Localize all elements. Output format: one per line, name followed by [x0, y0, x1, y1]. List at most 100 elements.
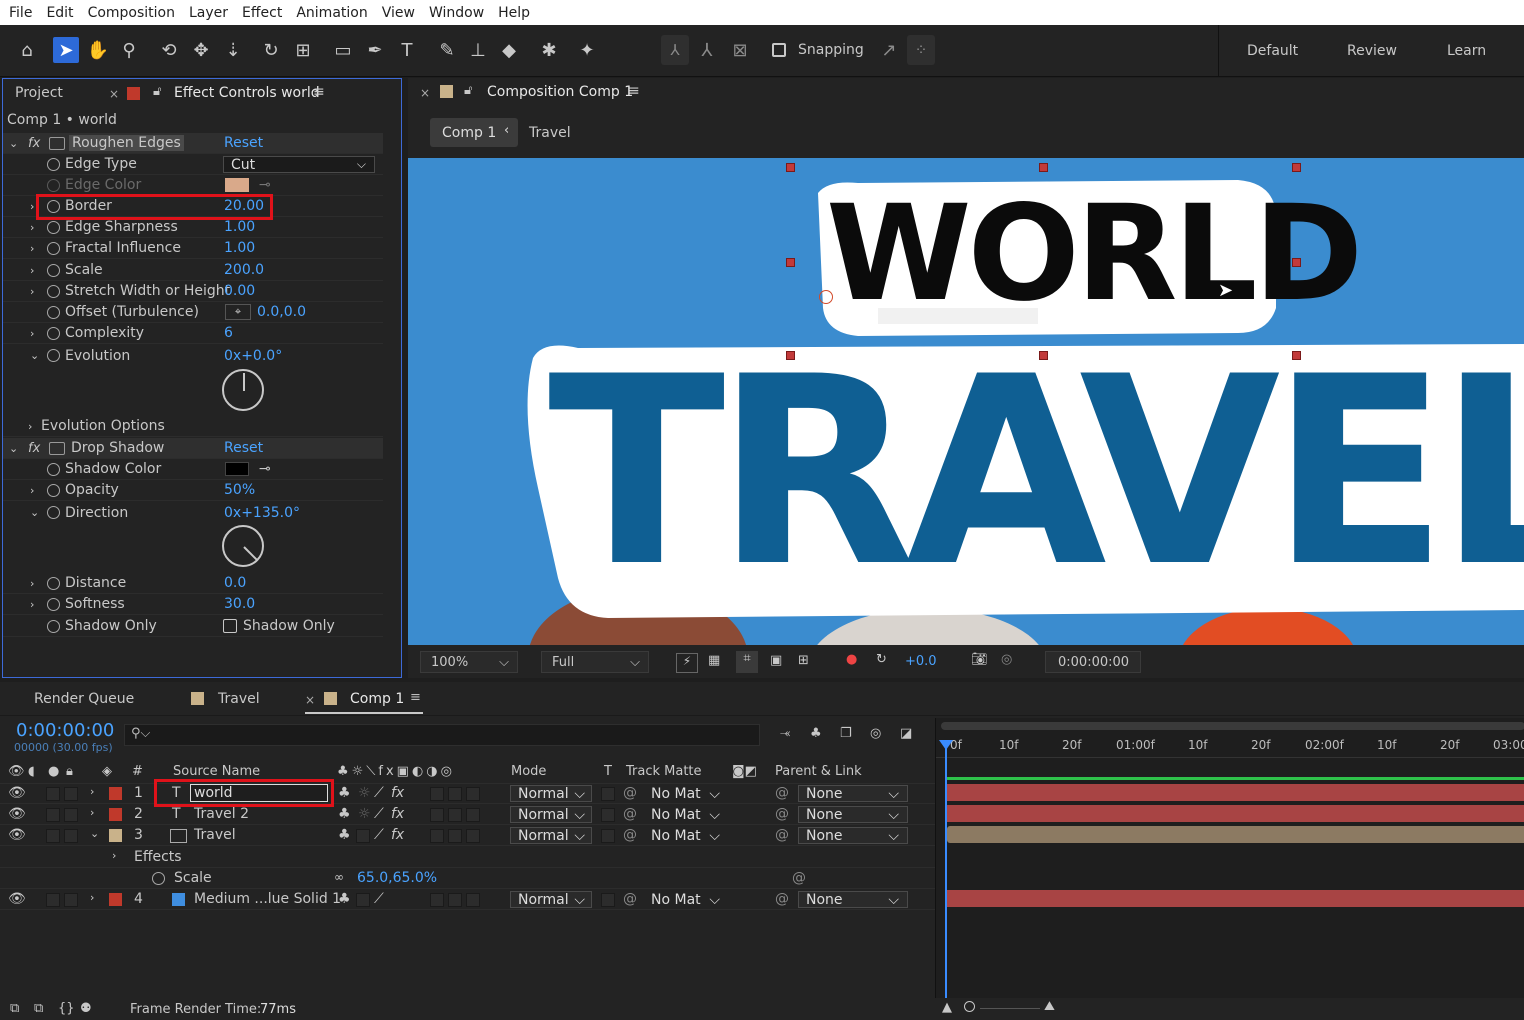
tab-render-queue[interactable]: Render Queue: [34, 691, 134, 707]
transfer-controls-icon[interactable]: ⧉: [34, 1001, 43, 1016]
label-color-swatch[interactable]: [109, 808, 122, 821]
shadow-only-checkbox[interactable]: [223, 619, 237, 633]
3d-layer-toggle[interactable]: [466, 787, 480, 801]
playhead-handle[interactable]: [939, 740, 953, 750]
expand-chevron-icon[interactable]: ›: [30, 221, 34, 234]
track-matte-dropdown[interactable]: No Mat ⌵: [644, 806, 726, 823]
lock-icon[interactable]: 🔓︎: [153, 84, 161, 99]
effect-drop-shadow[interactable]: ⌄ fx Drop Shadow Reset: [3, 438, 383, 459]
mode-dropdown[interactable]: Normal ⌵: [510, 891, 592, 908]
in-out-icon[interactable]: {}: [58, 1001, 75, 1016]
time-navigator[interactable]: [941, 722, 1524, 730]
lock-toggle[interactable]: [64, 829, 78, 843]
expand-chevron-icon[interactable]: ›: [90, 891, 94, 904]
track-matte-dropdown[interactable]: No Mat ⌵: [644, 891, 726, 908]
track-matte-dropdown[interactable]: No Mat ⌵: [644, 785, 726, 802]
quality-toggle[interactable]: [356, 829, 370, 843]
stopwatch-icon[interactable]: [47, 284, 60, 298]
work-area-bar[interactable]: [947, 777, 1524, 780]
color-swatch[interactable]: [225, 462, 249, 476]
home-icon[interactable]: ⌂: [14, 37, 40, 63]
reset-link[interactable]: Reset: [224, 135, 263, 151]
transparency-grid-icon[interactable]: ▦: [708, 653, 720, 668]
close-icon[interactable]: ×: [305, 693, 315, 707]
fast-preview-icon[interactable]: ⚡: [676, 653, 698, 673]
collapse-chevron-icon[interactable]: ⌄: [9, 137, 18, 150]
dolly-camera-icon[interactable]: ⇣: [220, 37, 246, 63]
solo-toggle[interactable]: [46, 787, 60, 801]
show-snapshot-icon[interactable]: ◎: [1001, 652, 1012, 667]
zoom-out-icon[interactable]: ▲: [942, 1000, 952, 1015]
expand-chevron-icon[interactable]: ›: [30, 285, 34, 298]
snap-options-icon[interactable]: ↗: [876, 37, 902, 63]
shy-layers-icon[interactable]: ❐: [840, 726, 852, 741]
sharpness-value[interactable]: 1.00: [224, 219, 255, 235]
workspace-default[interactable]: Default: [1247, 43, 1298, 59]
tab-comp-1[interactable]: Comp 1: [350, 691, 404, 707]
stopwatch-icon[interactable]: [47, 483, 60, 497]
stopwatch-icon[interactable]: [47, 178, 60, 192]
lock-toggle[interactable]: [64, 893, 78, 907]
collapse-switch-icon[interactable]: ♣: [338, 806, 351, 822]
brush-tool-icon[interactable]: ✎: [434, 37, 460, 63]
transform-handle[interactable]: [1039, 351, 1048, 360]
expand-chevron-icon[interactable]: ›: [90, 806, 94, 819]
crosshair-icon[interactable]: ⌖: [225, 304, 251, 320]
quality-toggle[interactable]: [356, 893, 370, 907]
layer-switches-icon[interactable]: ⧉: [10, 1001, 19, 1016]
tab-project[interactable]: Project: [15, 85, 63, 101]
parent-dropdown[interactable]: None ⌵: [798, 785, 908, 802]
offset-value[interactable]: 0.0,0.0: [257, 304, 306, 320]
pickwhip-icon[interactable]: @: [623, 806, 637, 822]
layer-bar-3[interactable]: [947, 826, 1524, 843]
stopwatch-icon[interactable]: [152, 872, 165, 885]
stopwatch-icon[interactable]: [47, 462, 60, 476]
panel-menu-icon[interactable]: ≡: [628, 83, 640, 99]
snap-grid-icon[interactable]: ⁘: [907, 35, 935, 65]
motion-blur-toggle[interactable]: [448, 893, 462, 907]
quality-line-icon[interactable]: ⟋: [374, 785, 384, 801]
expand-chevron-icon[interactable]: ›: [30, 484, 34, 497]
layer-name[interactable]: Travel 2: [194, 806, 249, 822]
layer-bar-4[interactable]: [947, 890, 1524, 907]
quality-switch-icon[interactable]: ☼: [358, 806, 371, 822]
collapse-chevron-icon[interactable]: ⌄: [30, 349, 39, 362]
stopwatch-icon[interactable]: [47, 506, 60, 519]
stopwatch-icon[interactable]: [47, 619, 60, 633]
parent-pickwhip-icon[interactable]: @: [775, 806, 789, 822]
menu-layer[interactable]: Layer: [189, 5, 228, 21]
collapse-switch-icon[interactable]: ♣: [338, 785, 351, 801]
expand-chevron-icon[interactable]: ›: [30, 327, 34, 340]
constrain-proportions-icon[interactable]: ∞: [334, 870, 344, 884]
mask-visibility-icon[interactable]: ⌗: [736, 651, 758, 673]
lock-toggle[interactable]: [64, 808, 78, 822]
frame-blend-toggle[interactable]: [430, 787, 444, 801]
parent-dropdown[interactable]: None ⌵: [798, 891, 908, 908]
quality-switch-icon[interactable]: ☼: [358, 785, 371, 801]
frame-blending-icon[interactable]: ◎: [870, 726, 881, 741]
preserve-transparency-toggle[interactable]: [601, 787, 615, 801]
scale-value[interactable]: 65.0,65.0%: [357, 870, 437, 886]
collapse-chevron-icon[interactable]: ⌄: [90, 827, 99, 840]
zoom-slider-track[interactable]: [980, 1008, 1040, 1009]
frame-blend-toggle[interactable]: [430, 893, 444, 907]
3d-layer-toggle[interactable]: [466, 893, 480, 907]
pickwhip-icon[interactable]: @: [623, 827, 637, 843]
solo-toggle[interactable]: [46, 808, 60, 822]
expand-chevron-icon[interactable]: ›: [30, 264, 34, 277]
collapse-switch-icon[interactable]: ♣: [338, 891, 351, 907]
complexity-value[interactable]: 6: [224, 325, 233, 341]
edge-type-dropdown[interactable]: Cut ⌵: [223, 156, 375, 173]
parent-dropdown[interactable]: None ⌵: [798, 806, 908, 823]
snapshot-camera-icon[interactable]: 📷︎: [971, 652, 988, 667]
parent-pickwhip-icon[interactable]: @: [775, 891, 789, 907]
expand-chevron-icon[interactable]: ›: [90, 785, 94, 798]
tab-travel[interactable]: Travel: [218, 691, 260, 707]
pickwhip-icon[interactable]: @: [623, 891, 637, 907]
direction-value[interactable]: 0x+135.0°: [224, 505, 300, 521]
zoom-dropdown[interactable]: 100% ⌵: [420, 651, 518, 673]
fx-switch-icon[interactable]: fx: [391, 785, 404, 801]
axis-local-icon[interactable]: ⅄: [661, 35, 689, 65]
eye-icon[interactable]: 👁︎: [8, 827, 26, 843]
parent-dropdown[interactable]: None ⌵: [798, 827, 908, 844]
